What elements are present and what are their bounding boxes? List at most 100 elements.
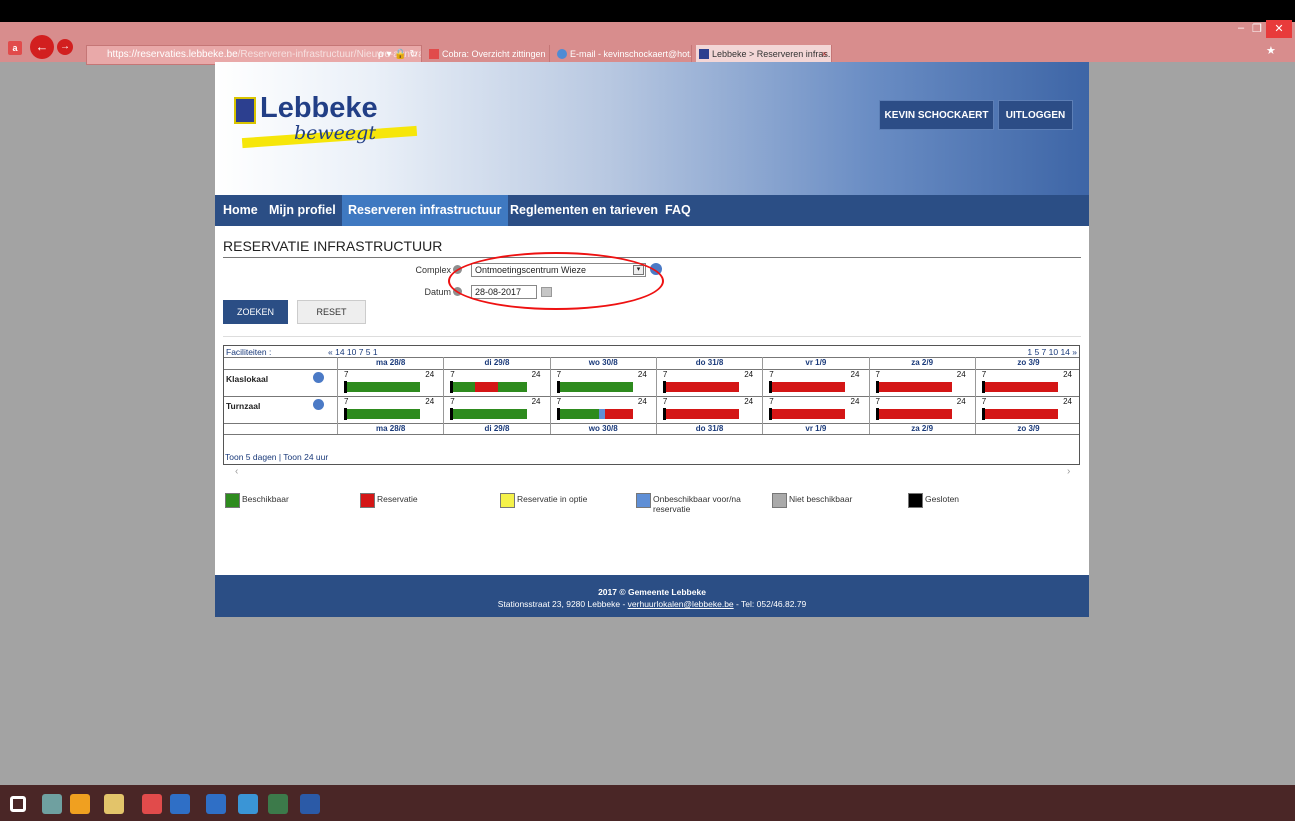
scroll-right-icon[interactable]: › <box>1067 466 1070 477</box>
mail-icon <box>557 49 567 59</box>
availability-segment[interactable] <box>981 409 1059 419</box>
outlook-icon[interactable] <box>170 794 190 814</box>
legend-label: Niet beschikbaar <box>789 494 853 504</box>
availability-segment[interactable] <box>662 409 740 419</box>
lebbeke-logo[interactable]: Lebbeke beweegt <box>234 92 424 152</box>
info-icon[interactable] <box>313 399 324 410</box>
hour-end-label: 24 <box>531 370 541 379</box>
nav-faq[interactable]: FAQ <box>659 195 697 226</box>
availability-bar[interactable] <box>662 381 740 393</box>
legend-label: Gesloten <box>925 494 960 504</box>
restore-icon[interactable]: ❐ <box>1252 22 1262 35</box>
chrome-icon[interactable] <box>70 794 90 814</box>
availability-segment[interactable] <box>450 409 527 419</box>
hour-end-label: 24 <box>1063 370 1072 379</box>
page-title: RESERVATIE INFRASTRUCTUUR <box>223 238 443 254</box>
scroll-left-icon[interactable]: ‹ <box>235 466 238 477</box>
availability-segment[interactable] <box>662 382 740 392</box>
hour-end-label: 24 <box>744 397 754 406</box>
availability-bar[interactable] <box>450 408 527 420</box>
availability-segment[interactable] <box>556 409 600 419</box>
availability-bar[interactable] <box>556 381 633 393</box>
info-icon[interactable] <box>313 372 324 383</box>
facility-name: Turnzaal <box>226 401 261 411</box>
nav-back-links[interactable]: « 14 10 7 5 1 <box>328 347 378 357</box>
availability-segment[interactable] <box>497 382 527 392</box>
site-header: Lebbeke beweegt KEVIN SCHOCKAERT UITLOGG… <box>215 62 1089 195</box>
closed-marker <box>875 408 879 420</box>
availability-segment[interactable] <box>450 382 475 392</box>
logout-button[interactable]: UITLOGGEN <box>998 100 1073 130</box>
grid-line <box>224 369 1079 370</box>
availability-bar[interactable] <box>875 408 952 420</box>
close-icon[interactable]: ✕ <box>1266 20 1292 38</box>
hour-end-label: 24 <box>956 370 966 379</box>
nav-mijn-profiel[interactable]: Mijn profiel <box>263 195 342 226</box>
grid-col-line <box>974 357 976 434</box>
nav-forward-links[interactable]: 1 5 7 10 14 » <box>1027 347 1077 357</box>
availability-segment[interactable] <box>474 382 498 392</box>
hour-end-label: 24 <box>425 397 435 406</box>
availability-segment[interactable] <box>344 409 421 419</box>
availability-bar[interactable] <box>344 381 421 393</box>
day-footer: vr 1/9 <box>762 424 868 434</box>
main-nav: Home Mijn profiel Reserveren infrastruct… <box>215 195 1089 226</box>
grid-col-line <box>443 357 445 434</box>
nav-reglementen-en-tarieven[interactable]: Reglementen en tarieven <box>504 195 664 226</box>
logo-script: beweegt <box>294 122 376 144</box>
availability-segment[interactable] <box>556 382 633 392</box>
availability-bar[interactable] <box>981 408 1059 420</box>
closed-marker <box>662 381 666 393</box>
forward-icon[interactable]: → <box>57 39 73 55</box>
file-explorer-icon[interactable] <box>42 794 62 814</box>
availability-segment[interactable] <box>605 409 633 419</box>
availability-bar[interactable] <box>769 381 846 393</box>
availability-segment[interactable] <box>769 409 846 419</box>
minimize-icon[interactable]: – <box>1238 22 1244 34</box>
user-button[interactable]: KEVIN SCHOCKAERT <box>879 100 994 130</box>
address-domain: lebbeke.be <box>188 49 238 60</box>
datum-label: Datum <box>424 287 451 297</box>
footer-contact: Stationsstraat 23, 9280 Lebbeke - verhuu… <box>497 599 807 609</box>
nav-reserveren-infrastructuur[interactable]: Reserveren infrastructuur <box>342 195 508 226</box>
title-divider <box>223 257 1081 258</box>
availability-bar[interactable] <box>875 381 952 393</box>
acrobat-icon[interactable] <box>142 794 162 814</box>
windows-start-icon[interactable] <box>10 796 26 812</box>
complex-label: Complex <box>415 265 451 275</box>
day-header: wo 30/8 <box>549 358 656 368</box>
availability-segment[interactable] <box>981 382 1059 392</box>
files-icon[interactable] <box>104 794 124 814</box>
availability-segment[interactable] <box>769 382 846 392</box>
site-icon <box>699 49 709 59</box>
wifi-icon[interactable] <box>238 794 258 814</box>
day-header: zo 3/9 <box>974 358 1081 368</box>
availability-bar[interactable] <box>556 408 633 420</box>
legend-swatch <box>225 493 240 508</box>
availability-bar[interactable] <box>662 408 740 420</box>
favorites-icon[interactable]: ★ <box>1266 44 1276 57</box>
legend-label: Reservatie <box>377 494 418 504</box>
view-options[interactable]: Toon 5 dagen | Toon 24 uur <box>225 452 328 462</box>
acrobat-icon[interactable]: a <box>8 41 22 55</box>
hour-end-label: 24 <box>850 397 860 406</box>
search-button[interactable]: ZOEKEN <box>223 300 288 324</box>
reset-button[interactable]: RESET <box>297 300 366 324</box>
hour-start-label: 7 <box>556 397 562 406</box>
grid-line <box>224 396 1079 397</box>
footer-email-link[interactable]: verhuurlokalen@lebbeke.be <box>628 599 734 609</box>
hour-end-label: 24 <box>1063 397 1072 406</box>
availability-segment[interactable] <box>344 382 421 392</box>
nav-home[interactable]: Home <box>217 195 264 226</box>
availability-bar[interactable] <box>450 381 527 393</box>
availability-segment[interactable] <box>875 409 952 419</box>
taskbar <box>0 785 1295 821</box>
tm-icon[interactable] <box>206 794 226 814</box>
availability-bar[interactable] <box>981 381 1059 393</box>
availability-segment[interactable] <box>875 382 952 392</box>
back-icon[interactable]: ← <box>30 35 54 59</box>
availability-bar[interactable] <box>344 408 421 420</box>
availability-bar[interactable] <box>769 408 846 420</box>
word-icon[interactable] <box>300 794 320 814</box>
app-icon[interactable] <box>268 794 288 814</box>
